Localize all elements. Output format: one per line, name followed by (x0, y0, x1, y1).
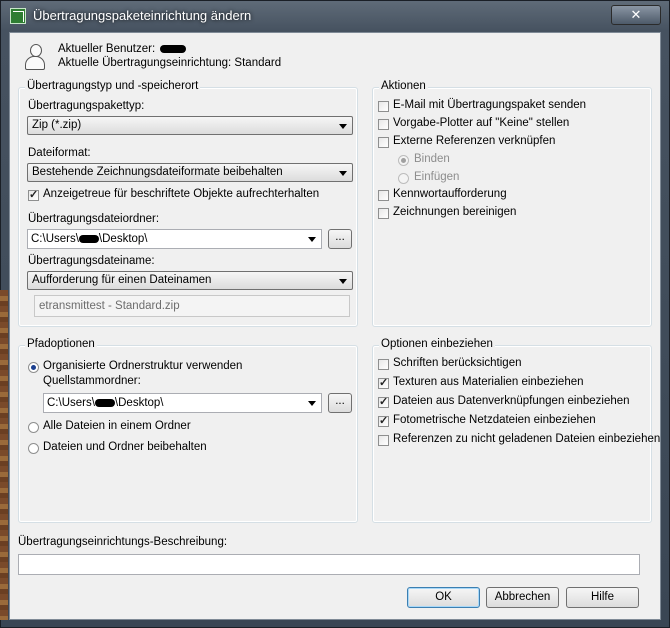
plotter-none-label: Vorgabe-Plotter auf "Keine" stellen (393, 117, 570, 129)
password-checkbox[interactable] (378, 190, 389, 201)
chevron-down-icon (339, 171, 347, 176)
keep-files-radio[interactable] (28, 443, 39, 454)
email-checkbox[interactable] (378, 101, 389, 112)
insert-label: Einfügen (414, 171, 460, 183)
organized-structure-radio[interactable] (28, 362, 39, 373)
fonts-checkbox[interactable] (378, 359, 389, 370)
current-user-label: Aktueller Benutzer: (58, 43, 156, 55)
purge-label: Zeichnungen bereinigen (393, 206, 517, 218)
photometric-checkbox[interactable] (378, 414, 389, 427)
redacted-mark (160, 44, 187, 53)
source-root-label: Quellstammordner: (43, 375, 141, 387)
transfer-folder-combobox[interactable]: C:\Users\ \Desktop\ (27, 229, 322, 249)
keep-files-label: Dateien und Ordner beibehalten (43, 441, 207, 453)
window-title: Übertragungspaketeinrichtung ändern (33, 8, 252, 23)
ok-button[interactable]: OK (407, 587, 480, 608)
photometric-label: Fotometrische Netzdateien einbeziehen (393, 414, 596, 426)
current-setup-label: Aktuelle Übertragungseinrichtung: Standa… (58, 57, 282, 69)
redacted-mark (94, 398, 115, 407)
insert-radio[interactable] (398, 173, 409, 184)
bind-label: Binden (414, 153, 450, 165)
bind-radio[interactable] (398, 155, 409, 166)
chevron-down-icon (339, 124, 347, 129)
annotative-checkbox[interactable] (28, 188, 39, 201)
source-prefix: C:\Users\ (47, 397, 95, 409)
filename-preview-value: etransmittest - Standard.zip (39, 300, 180, 312)
email-label: E-Mail mit Übertragungspaket senden (393, 99, 587, 111)
chevron-down-icon (339, 279, 347, 284)
bind-xrefs-checkbox[interactable] (378, 137, 389, 148)
filename-value: Aufforderung für einen Dateinamen (32, 274, 212, 286)
group-title: Pfadoptionen (25, 338, 97, 350)
file-format-dropdown[interactable]: Bestehende Zeichnungsdateiformate beibeh… (27, 163, 353, 182)
current-user: Aktueller Benutzer: (58, 43, 187, 55)
plotter-none-checkbox[interactable] (378, 119, 389, 130)
fonts-label: Schriften berücksichtigen (393, 357, 522, 369)
source-root-combobox[interactable]: C:\Users\ \Desktop\ (43, 393, 322, 413)
browse-source-button[interactable]: ... (328, 393, 352, 413)
data-links-label: Dateien aus Datenverknüpfungen einbezieh… (393, 395, 630, 407)
package-type-dropdown[interactable]: Zip (*.zip) (27, 116, 353, 135)
chevron-down-icon (308, 237, 316, 242)
close-button[interactable]: ✕ (611, 5, 661, 25)
unloaded-refs-checkbox[interactable] (378, 435, 389, 446)
browse-folder-button[interactable]: ... (328, 229, 352, 249)
textures-checkbox[interactable] (378, 376, 389, 389)
group-title: Übertragungstyp und -speicherort (25, 80, 201, 92)
filename-dropdown[interactable]: Aufforderung für einen Dateinamen (27, 271, 353, 290)
file-format-label: Dateiformat: (28, 147, 91, 159)
data-links-checkbox[interactable] (378, 395, 389, 408)
single-folder-radio[interactable] (28, 422, 39, 433)
textures-label: Texturen aus Materialien einbeziehen (393, 376, 584, 388)
cancel-button[interactable]: Abbrechen (486, 587, 559, 608)
file-format-value: Bestehende Zeichnungsdateiformate beibeh… (32, 166, 283, 178)
folder-suffix: \Desktop\ (98, 233, 148, 245)
package-type-value: Zip (*.zip) (32, 119, 82, 131)
transfer-filename-label: Übertragungsdateiname: (28, 255, 155, 267)
background-strip (0, 290, 8, 620)
folder-prefix: C:\Users\ (31, 233, 79, 245)
package-type-label: Übertragungspakettyp: (28, 100, 145, 112)
purge-checkbox[interactable] (378, 208, 389, 219)
bind-xrefs-label: Externe Referenzen verknüpfen (393, 135, 556, 147)
annotative-label: Anzeigetreue für beschriftete Objekte au… (43, 188, 320, 200)
single-folder-label: Alle Dateien in einem Ordner (43, 420, 191, 432)
group-title: Aktionen (379, 80, 428, 92)
password-label: Kennwortaufforderung (393, 188, 507, 200)
group-title: Optionen einbeziehen (379, 338, 495, 350)
organized-structure-label: Organisierte Ordnerstruktur verwenden (43, 360, 243, 372)
dialog-content: Aktueller Benutzer: Aktuelle Übertragung… (9, 32, 661, 620)
unloaded-refs-label: Referenzen zu nicht geladenen Dateien ei… (393, 433, 661, 445)
description-label: Übertragungseinrichtungs-Beschreibung: (18, 536, 228, 548)
redacted-mark (78, 234, 99, 243)
source-suffix: \Desktop\ (114, 397, 164, 409)
filename-preview-field: etransmittest - Standard.zip (34, 295, 350, 317)
user-icon (24, 44, 46, 70)
description-input[interactable] (18, 554, 640, 575)
chevron-down-icon (308, 401, 316, 406)
app-icon (10, 8, 26, 24)
title-bar[interactable]: Übertragungspaketeinrichtung ändern ✕ (1, 1, 669, 31)
transfer-folder-label: Übertragungsdateiordner: (28, 213, 160, 225)
help-button[interactable]: Hilfe (566, 587, 639, 608)
